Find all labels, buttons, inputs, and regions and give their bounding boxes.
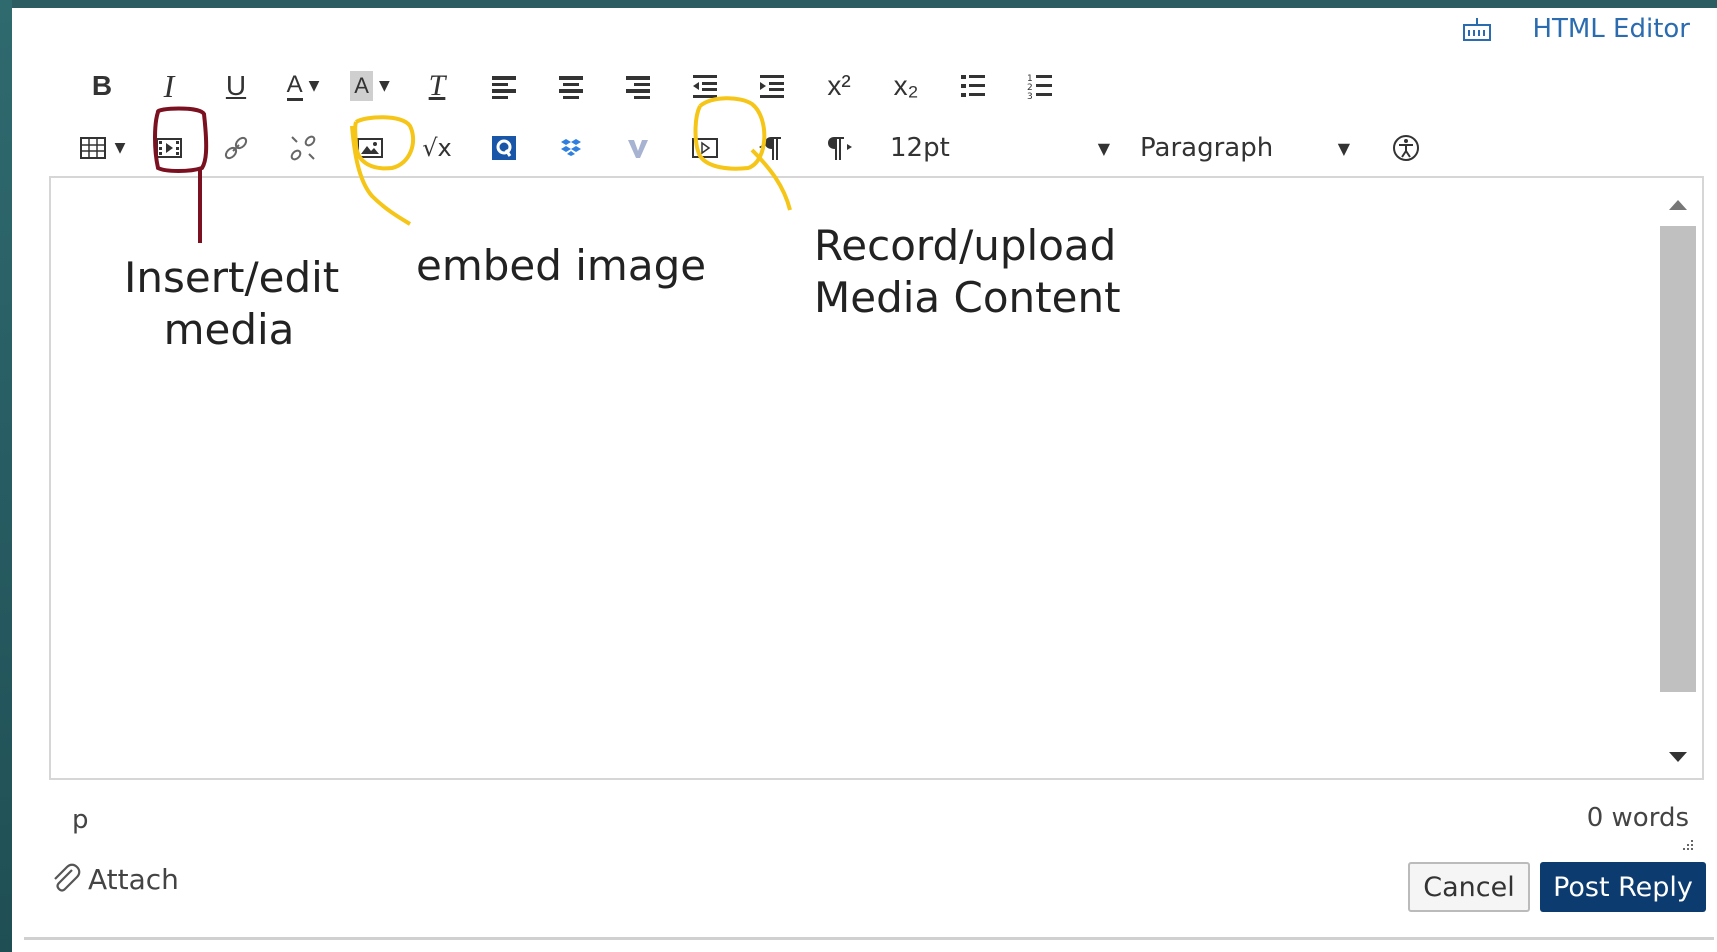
annotation-record-upload: Record/upload Media Content: [814, 220, 1121, 324]
subscript-icon: x₂: [893, 70, 919, 101]
bullet-list-icon: [961, 75, 985, 97]
annotation-insert-line2: media: [163, 305, 295, 354]
html-editor-link[interactable]: HTML Editor: [1462, 14, 1690, 44]
media-film-icon: [156, 138, 182, 158]
annotation-insert-line1: Insert/edit: [124, 253, 340, 302]
paperclip-icon: [54, 863, 81, 892]
remove-link-button[interactable]: [277, 126, 329, 170]
font-size-value: 12pt: [890, 133, 950, 163]
annotation-insert-edit-media: Insert/edit media: [124, 252, 340, 356]
align-center-button[interactable]: [545, 64, 597, 108]
resize-grip-icon[interactable]: [1679, 838, 1695, 850]
insert-link-button[interactable]: [210, 126, 262, 170]
scroll-down-button[interactable]: [1660, 742, 1696, 772]
triangle-down-icon: [1669, 752, 1687, 762]
word-count: 0 words: [1586, 803, 1689, 833]
accessibility-icon: [1393, 135, 1419, 161]
vimeo-button[interactable]: [612, 126, 664, 170]
align-right-icon: [626, 76, 650, 99]
clear-formatting-icon: T: [428, 69, 446, 102]
post-reply-button[interactable]: Post Reply: [1540, 862, 1706, 912]
math-icon: √x: [422, 134, 452, 162]
paragraph-ltr-icon: [759, 137, 781, 160]
text-color-button[interactable]: A ▼: [277, 64, 329, 108]
media-play-icon: [692, 138, 718, 158]
italic-button[interactable]: I: [143, 64, 195, 108]
attach-button[interactable]: Attach: [48, 862, 179, 896]
table-button[interactable]: ▼: [76, 126, 128, 170]
keyboard-icon: [1463, 18, 1492, 41]
scroll-up-button[interactable]: [1660, 190, 1696, 220]
underline-label: U: [225, 70, 247, 101]
bullet-list-button[interactable]: [947, 64, 999, 108]
dropbox-button[interactable]: [545, 126, 597, 170]
cancel-button[interactable]: Cancel: [1408, 862, 1530, 912]
svg-text:3: 3: [1027, 92, 1033, 101]
annotation-record-line1: Record/upload: [814, 221, 1117, 270]
chevron-down-icon: ▼: [308, 78, 320, 94]
table-icon: [79, 137, 106, 159]
numbered-list-button[interactable]: 123: [1014, 64, 1066, 108]
bold-label: B: [91, 70, 113, 101]
outdent-button[interactable]: [679, 64, 731, 108]
unlink-icon: [290, 135, 316, 161]
image-icon: [357, 138, 383, 158]
paragraph-rtl-icon: [828, 137, 852, 160]
link-icon: [224, 136, 248, 160]
vimeo-icon: [628, 140, 648, 158]
window-edge: [0, 0, 12, 952]
rtl-direction-button[interactable]: [813, 126, 865, 170]
background-color-icon: A: [350, 71, 373, 101]
paragraph-format-value: Paragraph: [1140, 133, 1274, 163]
toolbar-row-insert: ▼ √x 12pt ▼ Paragraph ▼: [76, 124, 1447, 172]
subscript-button[interactable]: x₂: [880, 64, 932, 108]
paragraph-format-select[interactable]: Paragraph ▼: [1140, 126, 1350, 170]
chevron-down-icon: ▼: [114, 140, 126, 156]
editor-scrollbar[interactable]: [1660, 184, 1696, 772]
html-editor-label: HTML Editor: [1532, 14, 1690, 44]
chevron-down-icon: ▼: [378, 78, 390, 94]
superscript-icon: x²: [827, 70, 851, 101]
text-color-icon: A: [286, 71, 303, 101]
math-equation-button[interactable]: √x: [411, 126, 463, 170]
numbered-list-icon: 123: [1027, 74, 1052, 101]
chevron-down-icon: ▼: [1337, 138, 1350, 158]
outdent-icon: [693, 75, 717, 98]
record-upload-media-button[interactable]: [679, 126, 731, 170]
align-center-icon: [559, 76, 583, 99]
dropbox-icon: [561, 139, 581, 156]
font-size-select[interactable]: 12pt ▼: [890, 126, 1110, 170]
indent-icon: [760, 75, 784, 98]
annotation-record-line2: Media Content: [814, 273, 1121, 322]
underline-button[interactable]: U: [210, 64, 262, 108]
bold-button[interactable]: B: [76, 64, 128, 108]
reply-editor-panel: HTML Editor B I U A ▼ A ▼ T x² x₂ 1 2 3 …: [12, 8, 1717, 952]
italic-label: I: [163, 67, 175, 104]
clear-formatting-button[interactable]: T: [411, 64, 463, 108]
insert-edit-media-button[interactable]: [143, 126, 195, 170]
superscript-button[interactable]: x²: [813, 64, 865, 108]
indent-button[interactable]: [746, 64, 798, 108]
align-left-button[interactable]: [478, 64, 530, 108]
chevron-down-icon: ▼: [1097, 138, 1110, 158]
align-right-button[interactable]: [612, 64, 664, 108]
triangle-up-icon: [1669, 200, 1687, 210]
attach-label: Attach: [88, 862, 179, 896]
background-color-button[interactable]: A ▼: [344, 64, 396, 108]
toolbar-row-formatting: B I U A ▼ A ▼ T x² x₂ 1 2 3: [76, 62, 1081, 110]
quizlet-button[interactable]: [478, 126, 530, 170]
ltr-direction-button[interactable]: [746, 126, 798, 170]
align-left-icon: [492, 76, 516, 99]
annotation-embed-image: embed image: [416, 241, 707, 290]
quizlet-icon: [492, 136, 516, 160]
embed-image-button[interactable]: [344, 126, 396, 170]
scroll-thumb[interactable]: [1660, 226, 1696, 692]
accessibility-checker-button[interactable]: [1380, 126, 1432, 170]
panel-bottom-border: [24, 937, 1714, 940]
element-path[interactable]: p: [72, 805, 89, 835]
